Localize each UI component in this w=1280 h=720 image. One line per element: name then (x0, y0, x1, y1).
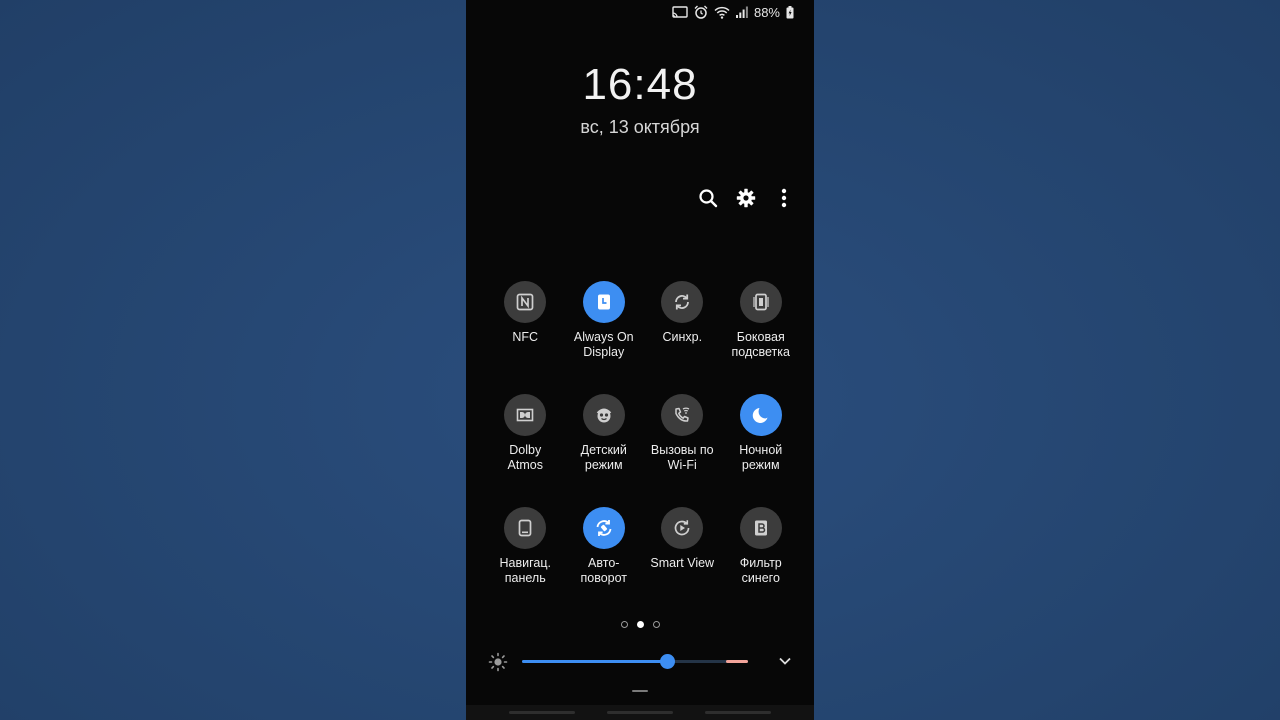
signal-icon (735, 6, 748, 18)
more-vertical-icon[interactable] (774, 188, 794, 208)
clock-date: вс, 13 октября (580, 117, 700, 137)
tile-label: Вызовы по Wi-Fi (650, 443, 714, 472)
clock-time: 16:48 (582, 60, 698, 109)
page-dot-current[interactable] (636, 621, 644, 628)
tile-label: Dolby Atmos (507, 443, 543, 472)
brightness-control (486, 650, 794, 674)
tile-label: NFC (512, 330, 539, 344)
settings-gear-icon[interactable] (736, 188, 756, 208)
status-bar: 88% (672, 4, 794, 20)
blue-light-filter-icon[interactable] (739, 507, 782, 549)
wifi-calling-icon[interactable] (661, 394, 704, 436)
wifi-icon (714, 6, 730, 19)
tile-wifi-calling[interactable]: Вызовы по Wi-Fi (643, 394, 722, 476)
nav-segment[interactable] (607, 711, 673, 714)
tile-kids-mode[interactable]: Детский режим (565, 394, 644, 476)
chevron-down-icon[interactable] (778, 654, 792, 673)
brightness-slider[interactable] (522, 654, 748, 669)
nav-segment[interactable] (705, 711, 771, 714)
nfc-icon[interactable] (504, 281, 547, 323)
dolby-icon[interactable] (504, 394, 547, 436)
tile-label: Детский режим (580, 443, 627, 472)
page-indicator (466, 621, 814, 628)
tile-nfc[interactable]: NFC (486, 281, 565, 363)
tile-always-on-display[interactable]: Always On Display (565, 281, 644, 363)
tile-label: Ночной режим (739, 443, 783, 472)
quick-panel: 88% 16:48 вс, 13 октября NFC Always On D… (466, 0, 814, 720)
night-mode-moon-icon[interactable] (739, 394, 782, 436)
navigation-bar (466, 705, 814, 720)
battery-charging-icon (786, 5, 794, 19)
tile-night-mode[interactable]: Ночной режим (722, 394, 801, 476)
search-icon[interactable] (698, 188, 718, 208)
nav-segment[interactable] (509, 711, 575, 714)
tile-label: Фильтр синего (739, 556, 782, 585)
brightness-warning-zone (726, 660, 748, 663)
navigation-bar-icon[interactable] (504, 507, 547, 549)
tile-label: Smart View (650, 556, 715, 570)
page-dot[interactable] (652, 621, 660, 628)
sync-icon[interactable] (661, 281, 704, 323)
tile-smart-view[interactable]: Smart View (643, 507, 722, 589)
tile-auto-rotate[interactable]: Авто- поворот (565, 507, 644, 589)
tile-label: Авто- поворот (580, 556, 628, 585)
tile-dolby-atmos[interactable]: Dolby Atmos (486, 394, 565, 476)
page-dot[interactable] (620, 621, 628, 628)
quick-settings-grid: NFC Always On Display Синхр. Боковая под… (486, 281, 800, 589)
brightness-sun-icon (488, 652, 508, 677)
tile-blue-light-filter[interactable]: Фильтр синего (722, 507, 801, 589)
tile-label: Always On Display (573, 330, 634, 359)
always-on-display-icon[interactable] (582, 281, 625, 323)
tile-edge-lighting[interactable]: Боковая подсветка (722, 281, 801, 363)
brightness-slider-fill (522, 660, 667, 663)
alarm-icon (694, 5, 708, 19)
tile-label: Боковая подсветка (731, 330, 790, 359)
tile-label: Синхр. (662, 330, 703, 344)
battery-percent: 88% (753, 4, 780, 20)
kids-mode-icon[interactable] (582, 394, 625, 436)
tile-sync[interactable]: Синхр. (643, 281, 722, 363)
tile-label: Навигац. панель (499, 556, 551, 585)
edge-lighting-icon[interactable] (739, 281, 782, 323)
panel-drag-handle[interactable] (632, 690, 648, 692)
panel-header-actions (698, 188, 794, 208)
cast-icon (672, 5, 688, 19)
auto-rotate-icon[interactable] (582, 507, 625, 549)
brightness-slider-thumb[interactable] (659, 654, 675, 669)
smart-view-icon[interactable] (661, 507, 704, 549)
tile-navigation-bar[interactable]: Навигац. панель (486, 507, 565, 589)
